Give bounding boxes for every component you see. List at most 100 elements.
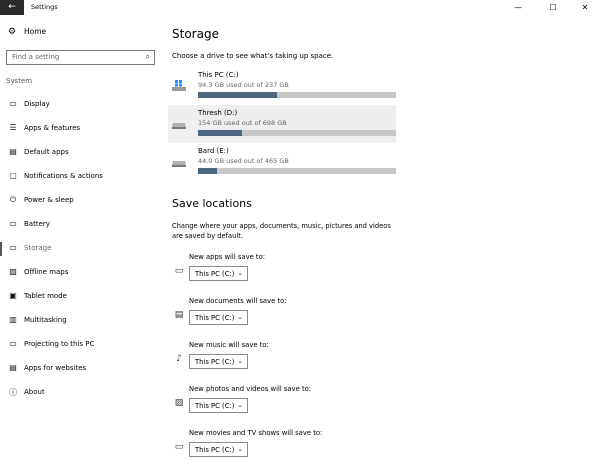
- hard-drive-icon: [172, 153, 186, 167]
- folder-documents-icon: ▤: [174, 310, 184, 320]
- maximize-icon: ☐: [549, 3, 557, 12]
- sidebar-item-multitasking[interactable]: ▥ Multitasking: [0, 313, 160, 329]
- photo-icon: ▨: [174, 398, 184, 408]
- sidebar-item-label: Default apps: [24, 148, 69, 156]
- save-location-dropdown[interactable]: This PC (C:) ⌄: [189, 442, 248, 457]
- sidebar-item-tablet-mode[interactable]: ▣ Tablet mode: [0, 289, 160, 305]
- sidebar-item-display[interactable]: ▭ Display: [0, 97, 160, 113]
- drive-usage-bar: [198, 168, 396, 174]
- sidebar-item-label: Power & sleep: [24, 196, 74, 204]
- save-location-dropdown[interactable]: This PC (C:) ⌄: [189, 266, 248, 281]
- display-icon: ▭: [9, 99, 17, 108]
- drive-item[interactable]: Thresh (D:) 154 GB used out of 698 GB: [168, 105, 396, 143]
- gear-icon: ⚙: [8, 27, 17, 37]
- dropdown-value: This PC (C:): [195, 270, 235, 278]
- page-subtitle: Choose a drive to see what's taking up s…: [172, 52, 334, 60]
- sidebar-item-label: Multitasking: [24, 316, 67, 324]
- search-placeholder: Find a setting: [12, 53, 60, 61]
- sidebar-item-about[interactable]: ⓘ About: [0, 385, 160, 401]
- music-note-icon: ♪: [176, 354, 182, 364]
- tablet-icon: ▣: [9, 291, 17, 300]
- sidebar-item-label: Notifications & actions: [24, 172, 103, 180]
- sidebar-item-label: Apps & features: [24, 124, 81, 132]
- sidebar-item-default-apps[interactable]: ▤ Default apps: [0, 145, 160, 161]
- map-icon: ▨: [9, 267, 17, 276]
- storage-icon: ▭: [9, 243, 17, 252]
- minimize-button[interactable]: —: [503, 0, 533, 15]
- battery-icon: ▭: [9, 219, 17, 228]
- power-icon: ⏻: [9, 195, 17, 204]
- nav-home[interactable]: ⚙ Home: [0, 25, 160, 41]
- drive-name: Thresh (D:): [198, 109, 238, 117]
- save-location-label: New documents will save to:: [189, 297, 287, 305]
- sidebar-item-label: About: [24, 388, 45, 396]
- monitor-icon: ▭: [174, 266, 184, 276]
- save-location-label: New photos and videos will save to:: [189, 385, 312, 393]
- dropdown-value: This PC (C:): [195, 402, 235, 410]
- save-locations-title: Save locations: [172, 197, 252, 210]
- windows-drive-icon: [172, 77, 186, 91]
- drive-usage: 94.3 GB used out of 237 GB: [198, 81, 289, 89]
- main-content: Storage Choose a drive to see what's tak…: [160, 15, 600, 465]
- apps-list-icon: ☰: [9, 123, 17, 132]
- sidebar-item-battery[interactable]: ▭ Battery: [0, 217, 160, 233]
- sidebar-item-apps-features[interactable]: ☰ Apps & features: [0, 121, 160, 137]
- close-button[interactable]: ✕: [570, 0, 600, 15]
- close-icon: ✕: [581, 3, 589, 12]
- multitasking-icon: ▥: [9, 315, 17, 324]
- chevron-down-icon: ⌄: [237, 269, 243, 277]
- apps-websites-icon: ▤: [9, 363, 17, 372]
- back-button[interactable]: ←: [0, 0, 24, 15]
- drive-name: Bard (E:): [198, 147, 229, 155]
- page-title: Storage: [172, 27, 219, 41]
- sidebar-item-label: Offline maps: [24, 268, 69, 276]
- maximize-button[interactable]: ☐: [538, 0, 568, 15]
- drive-usage-fill: [198, 168, 217, 174]
- projecting-icon: ▭: [9, 339, 17, 348]
- sidebar-item-label: Apps for websites: [24, 364, 87, 372]
- section-label: System: [6, 77, 33, 85]
- chevron-down-icon: ⌄: [237, 357, 243, 365]
- sidebar-item-apps-for-websites[interactable]: ▤ Apps for websites: [0, 361, 160, 377]
- search-icon[interactable]: ⌕: [146, 52, 150, 62]
- sidebar: ⚙ Home Find a setting ⌕ System ▭ Display ☰…: [0, 15, 160, 465]
- chevron-down-icon: ⌄: [237, 445, 243, 453]
- sidebar-item-label: Battery: [24, 220, 50, 228]
- drive-usage-bar: [198, 130, 396, 136]
- save-location-dropdown[interactable]: This PC (C:) ⌄: [189, 398, 248, 413]
- title-bar: ← Settings — ☐ ✕: [0, 0, 600, 15]
- search-input[interactable]: Find a setting ⌕: [6, 50, 155, 65]
- save-location-dropdown[interactable]: This PC (C:) ⌄: [189, 310, 248, 325]
- back-arrow-icon: ←: [8, 2, 16, 12]
- notifications-icon: ▢: [9, 171, 17, 180]
- sidebar-item-offline-maps[interactable]: ▨ Offline maps: [0, 265, 160, 281]
- sidebar-item-projecting-to-this-pc[interactable]: ▭ Projecting to this PC: [0, 337, 160, 353]
- active-indicator: [0, 242, 2, 256]
- drive-name: This PC (C:): [198, 71, 239, 79]
- drive-item[interactable]: This PC (C:) 94.3 GB used out of 237 GB: [168, 67, 396, 105]
- chevron-down-icon: ⌄: [237, 401, 243, 409]
- video-camera-icon: ▭: [174, 442, 184, 452]
- sidebar-item-power-sleep[interactable]: ⏻ Power & sleep: [0, 193, 160, 209]
- nav-home-label: Home: [24, 27, 47, 36]
- hard-drive-icon: [172, 115, 186, 129]
- sidebar-item-label: Tablet mode: [24, 292, 67, 300]
- window-title: Settings: [31, 3, 58, 11]
- chevron-down-icon: ⌄: [237, 313, 243, 321]
- minimize-icon: —: [514, 3, 522, 12]
- save-location-label: New movies and TV shows will save to:: [189, 429, 323, 437]
- drive-item[interactable]: Bard (E:) 44.0 GB used out of 465 GB: [168, 143, 396, 181]
- default-apps-icon: ▤: [9, 147, 17, 156]
- save-location-label: New music will save to:: [189, 341, 269, 349]
- sidebar-item-label: Display: [24, 100, 50, 108]
- save-locations-description: Change where your apps, documents, music…: [172, 222, 391, 240]
- save-location-dropdown[interactable]: This PC (C:) ⌄: [189, 354, 248, 369]
- sidebar-item-notifications-actions[interactable]: ▢ Notifications & actions: [0, 169, 160, 185]
- dropdown-value: This PC (C:): [195, 446, 235, 454]
- dropdown-value: This PC (C:): [195, 314, 235, 322]
- sidebar-item-label: Storage: [24, 244, 52, 252]
- info-icon: ⓘ: [9, 388, 17, 397]
- drive-usage: 44.0 GB used out of 465 GB: [198, 157, 289, 165]
- sidebar-item-storage[interactable]: ▭ Storage: [0, 241, 160, 257]
- drive-usage-bar: [198, 92, 396, 98]
